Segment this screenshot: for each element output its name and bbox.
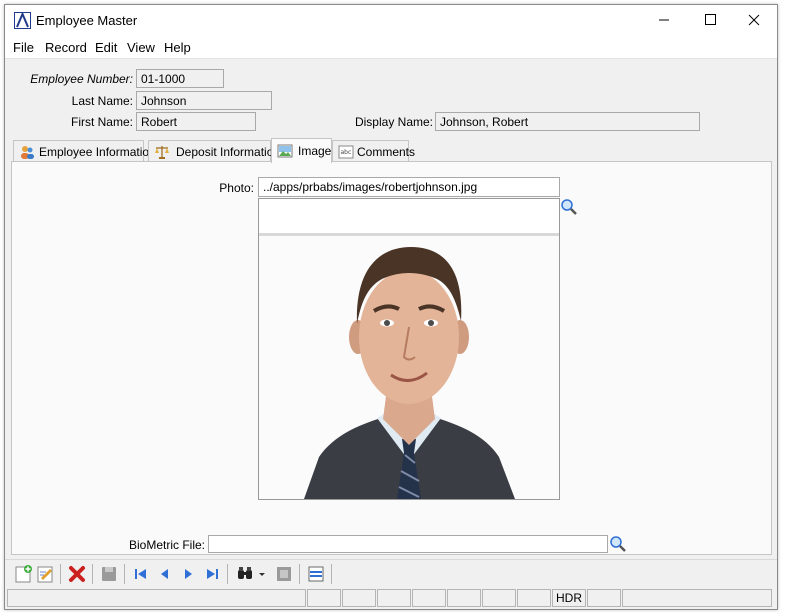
biometric-file-label: BioMetric File: [128, 538, 205, 552]
status-hdr: HDR [552, 589, 586, 607]
toolbar-separator [331, 564, 332, 584]
maximize-button[interactable] [687, 5, 733, 35]
status-cell [447, 589, 481, 607]
record-toolbar [5, 559, 777, 587]
find-button[interactable] [235, 564, 255, 584]
employee-master-window: Employee Master File Record Edit View He… [4, 4, 778, 610]
first-record-icon [135, 569, 146, 579]
close-button[interactable] [731, 5, 777, 35]
employee-photo-frame [258, 198, 560, 500]
last-record-icon [207, 569, 218, 579]
edit-record-button[interactable] [35, 564, 55, 584]
status-cell [377, 589, 411, 607]
first-name-label: First Name: [70, 115, 133, 129]
menu-edit[interactable]: Edit [95, 40, 117, 55]
title-bar: Employee Master [5, 5, 777, 37]
svg-text:abc: abc [341, 149, 352, 156]
edit-record-icon [37, 566, 53, 583]
photo-zoom-button[interactable] [560, 198, 578, 216]
toolbar-separator [227, 564, 228, 584]
view-icon [277, 567, 291, 581]
status-cell [587, 589, 621, 607]
employee-number-label: Employee Number: [30, 72, 133, 86]
image-tab-panel: Photo: ../apps/prbabs/images/robertjohns… [11, 161, 772, 555]
picture-icon [277, 143, 293, 159]
minimize-button[interactable] [641, 5, 687, 35]
first-name-field[interactable]: Robert [136, 112, 256, 131]
next-record-button[interactable] [178, 564, 198, 584]
employee-photo [259, 199, 559, 499]
biometric-file-field[interactable] [208, 535, 608, 553]
magnifier-icon [610, 536, 626, 552]
previous-record-icon [161, 569, 168, 579]
delete-icon [69, 566, 85, 582]
status-cell [482, 589, 516, 607]
save-record-button[interactable] [99, 564, 119, 584]
tab-label: Deposit Information [176, 145, 281, 159]
scales-icon [154, 144, 170, 160]
last-record-button[interactable] [202, 564, 222, 584]
toolbar-separator [299, 564, 300, 584]
last-name-label: Last Name: [71, 94, 133, 108]
previous-record-button[interactable] [155, 564, 175, 584]
find-dropdown-button[interactable] [256, 564, 268, 584]
employee-number-field[interactable]: 01-1000 [136, 69, 224, 88]
toolbar-separator [92, 564, 93, 584]
abc-icon: abc [338, 144, 354, 160]
status-cell [622, 589, 772, 607]
status-message-cell [7, 589, 306, 607]
menu-help[interactable]: Help [164, 40, 191, 55]
status-cell [517, 589, 551, 607]
new-record-button[interactable] [13, 564, 33, 584]
photo-path-field[interactable]: ../apps/prbabs/images/robertjohnson.jpg [258, 177, 560, 197]
status-cell [412, 589, 446, 607]
display-name-field[interactable]: Johnson, Robert [435, 112, 700, 131]
list-view-button[interactable] [306, 564, 326, 584]
status-cell [307, 589, 341, 607]
photo-label: Photo: [219, 181, 254, 195]
status-cell [342, 589, 376, 607]
save-icon [102, 567, 116, 581]
find-dropdown-icon [259, 573, 265, 576]
menu-record[interactable]: Record [45, 40, 87, 55]
first-record-button[interactable] [131, 564, 151, 584]
new-record-icon [15, 565, 32, 583]
toolbar-separator [60, 564, 61, 584]
toolbar-separator [124, 564, 125, 584]
delete-record-button[interactable] [67, 564, 87, 584]
tab-label: Image [298, 144, 332, 158]
status-bar: HDR [5, 587, 777, 609]
tab-comments[interactable]: abc Comments [332, 140, 415, 162]
view-button[interactable] [274, 564, 294, 584]
next-record-icon [185, 569, 192, 579]
display-name-label: Display Name: [354, 115, 433, 129]
tab-label: Employee Information [39, 145, 156, 159]
menu-bar: File Record Edit View Help [5, 37, 777, 59]
app-logo-icon [14, 11, 31, 29]
list-view-icon [308, 566, 324, 582]
menu-view[interactable]: View [127, 40, 155, 55]
people-icon [19, 144, 35, 160]
window-title: Employee Master [36, 13, 138, 28]
menu-file[interactable]: File [13, 40, 34, 55]
biometric-zoom-button[interactable] [609, 535, 627, 553]
tab-employee-information[interactable]: Employee Information [13, 140, 156, 162]
find-icon [238, 567, 252, 579]
tab-deposit-information[interactable]: Deposit Information [148, 140, 280, 162]
tab-label: Comments [357, 145, 416, 159]
tab-image[interactable]: Image [271, 138, 332, 163]
magnifier-icon [561, 199, 577, 215]
last-name-field[interactable]: Johnson [136, 91, 272, 110]
